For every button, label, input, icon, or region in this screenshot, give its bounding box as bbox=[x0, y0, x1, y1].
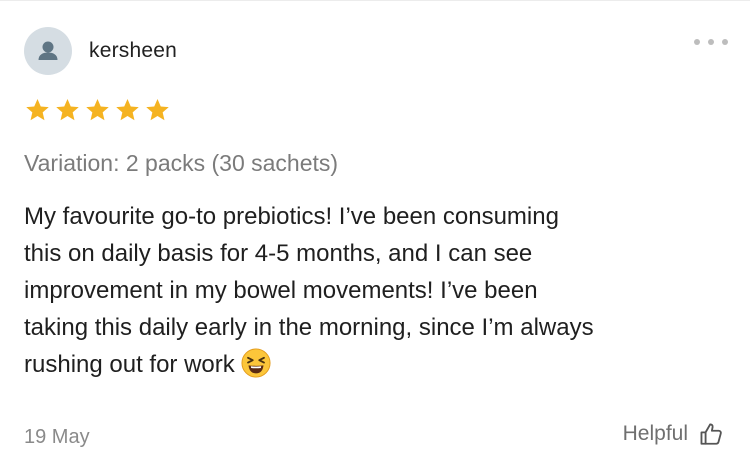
review-line: taking this daily early in the morning, … bbox=[24, 314, 594, 341]
star-icon bbox=[116, 99, 139, 121]
top-divider bbox=[0, 0, 750, 1]
review-line: this on daily basis for 4-5 months, and … bbox=[24, 240, 533, 267]
review-date: 19 May bbox=[24, 426, 90, 448]
star-icon bbox=[56, 99, 79, 121]
review-line-text: rushing out for work bbox=[24, 351, 235, 378]
more-dots-icon bbox=[694, 39, 700, 45]
star-rating bbox=[24, 97, 171, 124]
review-line: improvement in my bowel movements! I’ve … bbox=[24, 277, 538, 304]
helpful-label: Helpful bbox=[622, 422, 688, 445]
laughing-face-emoji-icon bbox=[241, 348, 271, 378]
star-icon bbox=[26, 99, 49, 121]
variation-label: Variation: 2 packs (30 sachets) bbox=[24, 150, 339, 176]
more-options-button[interactable] bbox=[694, 34, 728, 50]
review-line-last: rushing out for work bbox=[24, 346, 734, 383]
review-header: kersheen bbox=[24, 26, 177, 76]
helpful-button[interactable]: Helpful bbox=[623, 421, 724, 447]
star-icon bbox=[86, 99, 109, 121]
avatar[interactable] bbox=[24, 27, 72, 75]
thumbs-up-icon bbox=[700, 423, 722, 445]
user-silhouette-icon bbox=[38, 41, 58, 60]
username[interactable]: kersheen bbox=[89, 39, 177, 63]
review-body: My favourite go-to prebiotics! I’ve been… bbox=[24, 198, 734, 383]
star-icon bbox=[146, 99, 169, 121]
review-line: My favourite go-to prebiotics! I’ve been… bbox=[24, 203, 559, 230]
